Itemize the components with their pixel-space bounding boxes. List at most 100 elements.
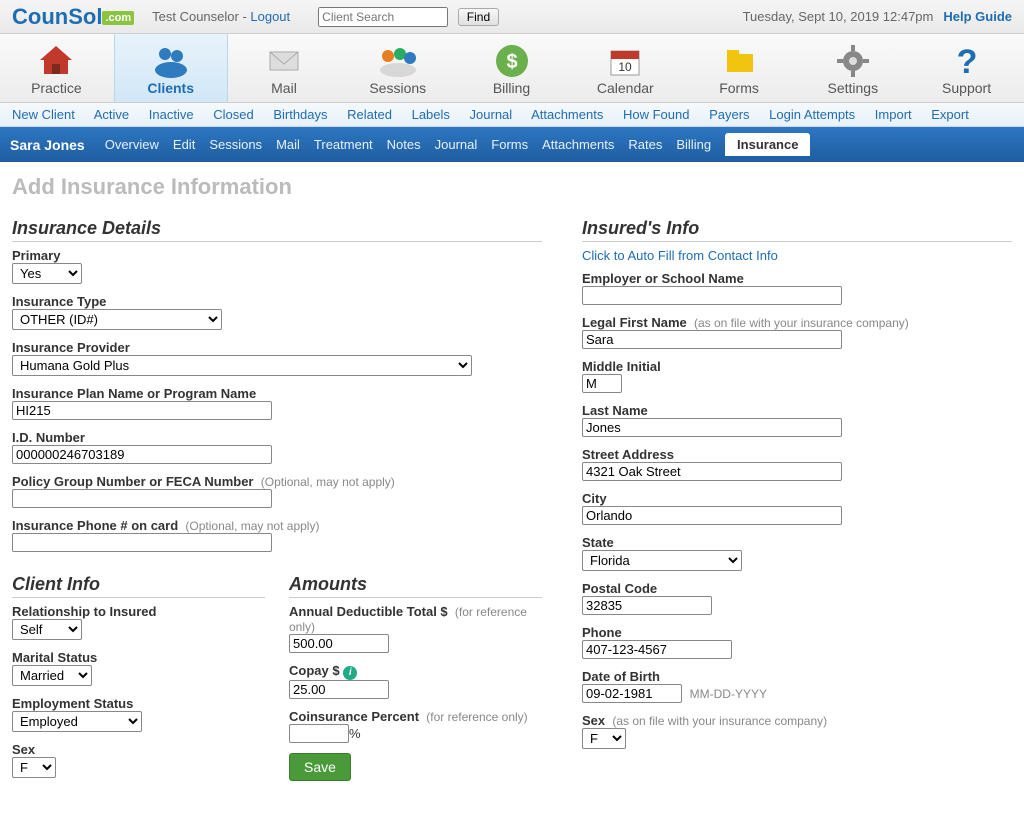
policy-label: Policy Group Number or FECA Number (Opti… — [12, 474, 542, 489]
client-sex-label: Sex — [12, 742, 265, 757]
client-search-input[interactable] — [318, 7, 448, 27]
tab-sessions[interactable]: Sessions — [209, 137, 262, 152]
clients-subnav: New Client Active Inactive Closed Birthd… — [0, 103, 1024, 127]
subnav-inactive[interactable]: Inactive — [149, 107, 194, 122]
coins-input[interactable] — [289, 724, 349, 743]
tab-attachments[interactable]: Attachments — [542, 137, 614, 152]
nav-calendar[interactable]: 10 Calendar — [569, 34, 683, 102]
provider-label: Insurance Provider — [12, 340, 542, 355]
primary-select[interactable]: Yes — [12, 263, 82, 284]
help-guide-link[interactable]: Help Guide — [943, 9, 1012, 24]
postal-input[interactable] — [582, 596, 712, 615]
gear-icon — [796, 42, 909, 80]
id-label: I.D. Number — [12, 430, 542, 445]
plan-input[interactable] — [12, 401, 272, 420]
subnav-payers[interactable]: Payers — [709, 107, 749, 122]
tab-overview[interactable]: Overview — [105, 137, 159, 152]
subnav-login-attempts[interactable]: Login Attempts — [769, 107, 855, 122]
nav-settings[interactable]: Settings — [796, 34, 910, 102]
rel-label: Relationship to Insured — [12, 604, 265, 619]
svg-text:?: ? — [956, 43, 977, 79]
top-bar: CounSol.com Test Counselor - Logout Find… — [0, 0, 1024, 34]
section-insureds-info: Insured's Info — [582, 218, 1012, 242]
tab-mail[interactable]: Mail — [276, 137, 300, 152]
plan-label: Insurance Plan Name or Program Name — [12, 386, 542, 401]
policy-input[interactable] — [12, 489, 272, 508]
state-select[interactable]: Florida — [582, 550, 742, 571]
ins-type-label: Insurance Type — [12, 294, 542, 309]
nav-mail[interactable]: Mail — [228, 34, 342, 102]
employer-label: Employer or School Name — [582, 271, 1012, 286]
subnav-closed[interactable]: Closed — [213, 107, 253, 122]
city-input[interactable] — [582, 506, 842, 525]
copay-input[interactable] — [289, 680, 389, 699]
street-input[interactable] — [582, 462, 842, 481]
rel-select[interactable]: Self — [12, 619, 82, 640]
save-button[interactable]: Save — [289, 753, 351, 781]
last-label: Last Name — [582, 403, 1012, 418]
nav-support[interactable]: ? Support — [910, 34, 1024, 102]
mi-input[interactable] — [582, 374, 622, 393]
tab-edit[interactable]: Edit — [173, 137, 195, 152]
client-tab-bar: Sara Jones Overview Edit Sessions Mail T… — [0, 127, 1024, 162]
ins-phone-label: Insurance Phone # on card (Optional, may… — [12, 518, 542, 533]
tab-notes[interactable]: Notes — [387, 137, 421, 152]
nav-sessions[interactable]: Sessions — [341, 34, 455, 102]
deductible-input[interactable] — [289, 634, 389, 653]
deductible-label: Annual Deductible Total $ (for reference… — [289, 604, 542, 634]
insured-phone-label: Phone — [582, 625, 1012, 640]
logout-link[interactable]: Logout — [250, 9, 290, 24]
subnav-labels[interactable]: Labels — [412, 107, 450, 122]
tab-rates[interactable]: Rates — [628, 137, 662, 152]
tab-insurance[interactable]: Insurance — [725, 133, 810, 156]
nav-practice[interactable]: Practice — [0, 34, 114, 102]
user-label: Test Counselor - Logout — [152, 9, 290, 24]
subnav-related[interactable]: Related — [347, 107, 392, 122]
emp-label: Employment Status — [12, 696, 265, 711]
client-sex-select[interactable]: F — [12, 757, 56, 778]
svg-text:$: $ — [506, 51, 517, 73]
ins-type-select[interactable]: OTHER (ID#) — [12, 309, 222, 330]
dob-hint: MM-DD-YYYY — [690, 687, 767, 701]
subnav-import[interactable]: Import — [875, 107, 912, 122]
insured-phone-input[interactable] — [582, 640, 732, 659]
datetime-label: Tuesday, Sept 10, 2019 12:47pm — [743, 9, 934, 24]
subnav-export[interactable]: Export — [931, 107, 969, 122]
tab-journal[interactable]: Journal — [435, 137, 478, 152]
house-icon — [0, 42, 113, 80]
info-icon[interactable]: i — [343, 666, 357, 680]
dob-input[interactable] — [582, 684, 682, 703]
people-icon — [115, 42, 227, 80]
primary-label: Primary — [12, 248, 542, 263]
subnav-journal[interactable]: Journal — [470, 107, 513, 122]
nav-billing[interactable]: $ Billing — [455, 34, 569, 102]
tab-treatment[interactable]: Treatment — [314, 137, 373, 152]
ins-phone-input[interactable] — [12, 533, 272, 552]
autofill-link[interactable]: Click to Auto Fill from Contact Info — [582, 248, 1012, 263]
tab-billing[interactable]: Billing — [676, 137, 711, 152]
insured-sex-select[interactable]: F — [582, 728, 626, 749]
marital-select[interactable]: Married — [12, 665, 92, 686]
dob-label: Date of Birth — [582, 669, 1012, 684]
emp-select[interactable]: Employed — [12, 711, 142, 732]
provider-select[interactable]: Humana Gold Plus — [12, 355, 472, 376]
client-name: Sara Jones — [10, 137, 85, 153]
subnav-birthdays[interactable]: Birthdays — [273, 107, 327, 122]
subnav-active[interactable]: Active — [94, 107, 129, 122]
nav-forms[interactable]: Forms — [683, 34, 797, 102]
section-client-info: Client Info — [12, 574, 265, 598]
section-amounts: Amounts — [289, 574, 542, 598]
subnav-attachments[interactable]: Attachments — [531, 107, 603, 122]
last-input[interactable] — [582, 418, 842, 437]
id-input[interactable] — [12, 445, 272, 464]
subnav-how-found[interactable]: How Found — [623, 107, 689, 122]
tab-forms[interactable]: Forms — [491, 137, 528, 152]
first-input[interactable] — [582, 330, 842, 349]
subnav-new-client[interactable]: New Client — [12, 107, 75, 122]
question-icon: ? — [910, 42, 1023, 80]
section-insurance-details: Insurance Details — [12, 218, 542, 242]
nav-clients[interactable]: Clients — [114, 34, 228, 102]
employer-input[interactable] — [582, 286, 842, 305]
find-button[interactable]: Find — [458, 8, 499, 26]
marital-label: Marital Status — [12, 650, 265, 665]
